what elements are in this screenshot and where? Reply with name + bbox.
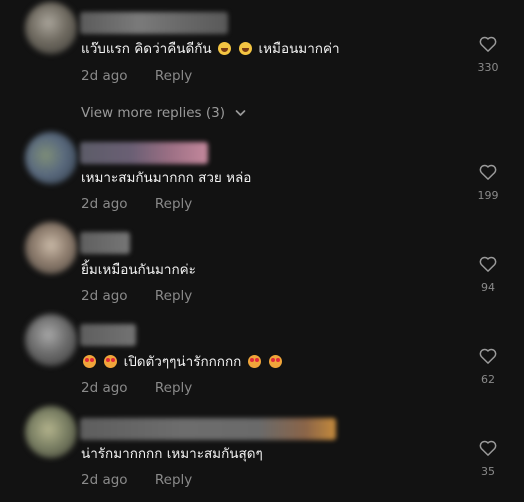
comment-text: แว๊บแรก คิดว่าคืนดีกัน เหมือนมากค่า [81,40,340,58]
chevron-down-icon [235,104,246,122]
comment-text: ยิ้มเหมือนกันมากค่ะ [81,262,196,278]
heart-icon [479,348,497,364]
smiling-face-with-hearts-icon [247,355,261,368]
heart-icon [479,256,497,272]
comment-text: เปิดตัวๆๆน่ารักกกกก [81,353,284,371]
like-button[interactable]: 62 [470,348,506,386]
view-more-replies-label: View more replies (3) [81,105,225,121]
comment-text: น่ารักมากกกก เหมาะสมกันสุดๆ [81,446,263,462]
like-count: 94 [481,281,495,294]
username-blurred[interactable] [80,12,228,34]
comment-text-part: เปิดตัวๆๆน่ารักกกกก [123,354,242,370]
username-blurred[interactable] [80,142,208,164]
grinning-squinting-face-icon [217,42,231,55]
heart-icon [479,164,497,180]
avatar[interactable] [25,314,77,366]
comment-text-part: แว๊บแรก คิดว่าคืนดีกัน [81,41,212,57]
avatar[interactable] [25,132,77,184]
comment-time: 2d ago [81,288,128,304]
like-button[interactable]: 94 [470,256,506,294]
comment-time: 2d ago [81,380,128,396]
like-count: 330 [477,61,499,74]
comment-meta: 2d ago Reply [81,67,192,85]
comment-time: 2d ago [81,472,128,488]
smiling-face-with-hearts-icon [268,355,282,368]
comment-meta: 2d ago Reply [81,287,192,305]
username-blurred[interactable] [80,232,130,254]
like-count: 62 [481,373,495,386]
comment-meta: 2d ago Reply [81,195,192,213]
username-blurred[interactable] [80,418,336,440]
comment-text-part: เหมือนมากค่า [258,41,340,57]
smiling-face-with-hearts-icon [104,355,118,368]
like-button[interactable]: 35 [470,440,506,478]
view-more-replies-button[interactable]: View more replies (3) [81,104,246,122]
reply-button[interactable]: Reply [155,288,192,304]
like-button[interactable]: 330 [470,36,506,74]
username-blurred[interactable] [80,324,136,346]
grinning-squinting-face-icon [239,42,253,55]
reply-button[interactable]: Reply [155,472,192,488]
comment-time: 2d ago [81,68,128,84]
heart-icon [479,440,497,456]
heart-icon [479,36,497,52]
avatar[interactable] [25,406,77,458]
comment-time: 2d ago [81,196,128,212]
avatar[interactable] [25,2,77,54]
like-count: 199 [477,189,499,202]
smiling-face-with-hearts-icon [83,355,96,368]
like-count: 35 [481,465,495,478]
comments-panel: แว๊บแรก คิดว่าคืนดีกัน เหมือนมากค่า 2d a… [0,0,524,502]
reply-button[interactable]: Reply [155,380,192,396]
reply-button[interactable]: Reply [155,68,192,84]
like-button[interactable]: 199 [470,164,506,202]
avatar[interactable] [25,222,77,274]
comment-text: เหมาะสมกันมากกก สวย หล่อ [81,170,252,186]
comment-meta: 2d ago Reply [81,379,192,397]
comment-meta: 2d ago Reply [81,471,192,489]
reply-button[interactable]: Reply [155,196,192,212]
